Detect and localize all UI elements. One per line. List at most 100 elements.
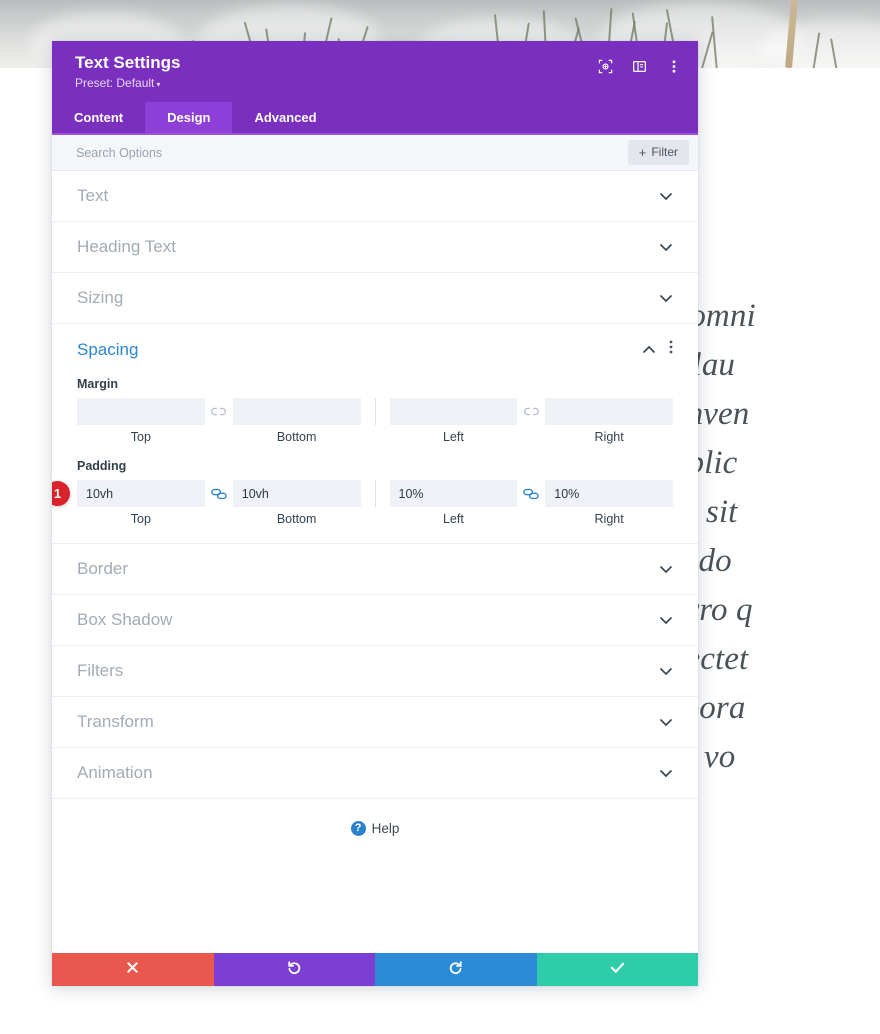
- chevron-down-icon: [659, 192, 673, 201]
- section-row-filters[interactable]: Filters: [52, 646, 698, 697]
- redo-button[interactable]: [375, 953, 537, 986]
- section-row-animation[interactable]: Animation: [52, 748, 698, 799]
- undo-icon: [287, 960, 302, 979]
- section-row-sizing[interactable]: Sizing: [52, 273, 698, 324]
- plus-icon: +: [638, 144, 647, 160]
- chevron-down-icon: [659, 616, 673, 625]
- margin-bottom-cell: Bottom: [232, 398, 361, 444]
- padding-bottom-caption: Bottom: [276, 512, 317, 526]
- filter-button-label: Filter: [651, 145, 678, 159]
- more-vertical-icon[interactable]: [669, 340, 673, 359]
- status-badge: 1: [52, 481, 70, 506]
- text-settings-modal: Text Settings Preset: Default ▾ Content …: [52, 41, 698, 986]
- padding-vertical-link-icon[interactable]: [205, 480, 233, 507]
- more-vertical-icon[interactable]: [665, 58, 682, 75]
- padding-horizontal-link-icon[interactable]: [517, 480, 545, 507]
- modal-tabs: Content Design Advanced: [52, 102, 698, 135]
- screen: utis unde omniloremque laue ab illo inve…: [0, 0, 880, 1034]
- padding-top-cell: Top: [77, 480, 205, 526]
- chevron-down-icon: [659, 294, 673, 303]
- margin-left-input[interactable]: [389, 398, 518, 425]
- section-row-border[interactable]: Border: [52, 544, 698, 595]
- padding-vertical-half: Top Bottom: [77, 480, 361, 526]
- tab-design[interactable]: Design: [145, 102, 233, 133]
- section-label: Spacing: [77, 339, 139, 359]
- padding-bottom-input[interactable]: [232, 480, 361, 507]
- margin-fields-row: Top Bottom Left Right: [77, 398, 673, 444]
- section-row-box-shadow[interactable]: Box Shadow: [52, 595, 698, 646]
- save-button[interactable]: [536, 953, 698, 986]
- margin-top-cell: Top: [77, 398, 205, 444]
- padding-right-cell: Right: [545, 480, 673, 526]
- padding-fields-row: 1 Top: [52, 480, 673, 526]
- close-icon: [126, 961, 139, 978]
- padding-left-cell: Left: [389, 480, 518, 526]
- modal-title: Text Settings: [75, 53, 181, 72]
- margin-right-caption: Right: [594, 430, 624, 444]
- margin-bottom-input[interactable]: [232, 398, 361, 425]
- section-spacing-body: Margin Top Bottom Left Right Padding 1 1…: [52, 377, 698, 543]
- filter-button[interactable]: + Filter: [627, 140, 689, 165]
- padding-right-caption: Right: [594, 512, 624, 526]
- section-row-text[interactable]: Text: [52, 171, 698, 222]
- margin-left-caption: Left: [442, 430, 464, 444]
- section-label: Text: [77, 186, 109, 205]
- padding-bottom-cell: Bottom: [232, 480, 361, 526]
- modal-footer: [52, 953, 698, 986]
- padding-horizontal-half: Left Right: [389, 480, 673, 526]
- padding-right-input[interactable]: [545, 480, 673, 507]
- modal-body: Text Heading Text Sizing Spacing Margin …: [52, 171, 698, 953]
- margin-top-input[interactable]: [77, 398, 205, 425]
- check-icon: [610, 961, 625, 978]
- chevron-up-icon[interactable]: [642, 345, 656, 354]
- undo-button[interactable]: [213, 953, 375, 986]
- tab-content[interactable]: Content: [52, 102, 145, 133]
- section-row-heading-text[interactable]: Heading Text: [52, 222, 698, 273]
- margin-vertical-unlink-icon[interactable]: [205, 398, 233, 425]
- preset-selector[interactable]: Preset: Default ▾: [75, 76, 180, 92]
- padding-divider: [374, 480, 376, 507]
- search-input[interactable]: [76, 135, 628, 170]
- section-spacing-header[interactable]: Spacing: [52, 324, 698, 375]
- section-label: Box Shadow: [77, 610, 173, 629]
- chevron-down-icon: ▾: [156, 80, 161, 89]
- margin-group: Margin Top Bottom Left Right: [77, 377, 673, 444]
- layout-panel-icon[interactable]: [631, 58, 648, 75]
- margin-label: Margin: [77, 377, 118, 391]
- margin-vertical-half: Top Bottom: [77, 398, 361, 444]
- padding-label: Padding: [77, 459, 127, 473]
- modal-header-icons: [597, 58, 682, 75]
- help-link[interactable]: ? Help: [350, 821, 400, 836]
- focus-target-icon[interactable]: [597, 58, 614, 75]
- chevron-down-icon: [659, 769, 673, 778]
- padding-top-input[interactable]: [77, 480, 205, 507]
- margin-horizontal-unlink-icon[interactable]: [517, 398, 545, 425]
- section-label: Border: [77, 559, 129, 578]
- padding-top-caption: Top: [130, 512, 151, 526]
- section-label: Sizing: [77, 288, 124, 307]
- padding-left-caption: Left: [442, 512, 464, 526]
- help-area: ? Help: [52, 799, 698, 836]
- margin-right-cell: Right: [545, 398, 673, 444]
- chevron-down-icon: [659, 565, 673, 574]
- chevron-down-icon: [659, 718, 673, 727]
- section-row-transform[interactable]: Transform: [52, 697, 698, 748]
- search-bar: + Filter: [52, 135, 698, 171]
- preset-label: Preset: Default: [75, 76, 155, 90]
- section-label: Heading Text: [77, 237, 176, 256]
- modal-header: Text Settings Preset: Default ▾: [52, 41, 698, 102]
- margin-right-input[interactable]: [545, 398, 673, 425]
- margin-divider: [374, 398, 376, 425]
- section-label: Transform: [77, 712, 154, 731]
- chevron-down-icon: [659, 667, 673, 676]
- margin-horizontal-half: Left Right: [389, 398, 673, 444]
- margin-left-cell: Left: [389, 398, 518, 444]
- section-label: Animation: [77, 763, 153, 782]
- tab-advanced[interactable]: Advanced: [232, 102, 338, 133]
- padding-left-input[interactable]: [389, 480, 518, 507]
- redo-icon: [448, 960, 463, 979]
- cancel-button[interactable]: [52, 953, 214, 986]
- section-label: Filters: [77, 661, 124, 680]
- section-spacing: Spacing Margin Top Bottom Left Right Pad…: [52, 324, 698, 544]
- help-label: Help: [371, 821, 400, 836]
